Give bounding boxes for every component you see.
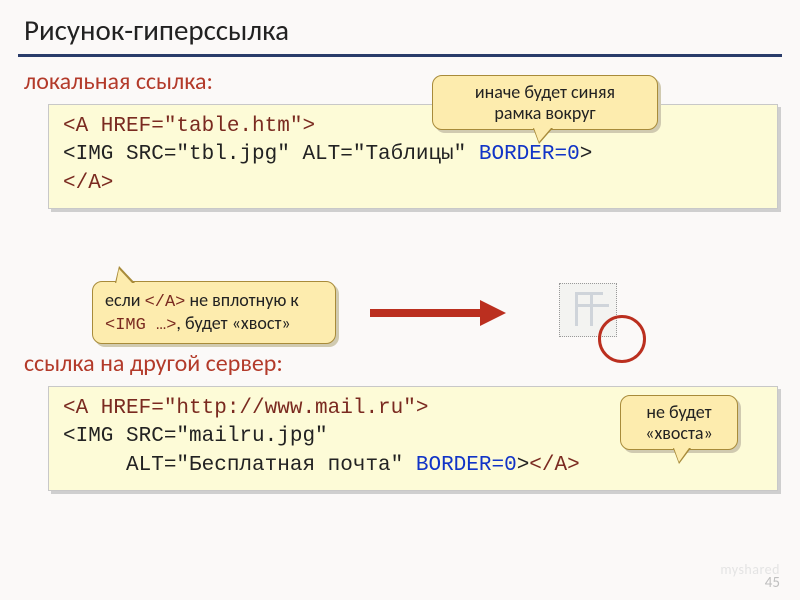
slide-title: Рисунок-гиперссылка	[0, 0, 800, 54]
code-text: <A HREF="http://www.mail.ru">	[63, 397, 428, 420]
callout-line: не будет	[635, 402, 723, 423]
highlight-circle-icon	[598, 315, 646, 363]
code-text: <A HREF="table.htm">	[63, 115, 315, 138]
callout-line: «хвоста»	[635, 423, 723, 444]
code-text: </A>	[63, 172, 113, 195]
callout-line: рамка вокруг	[447, 103, 643, 124]
callout-text: если	[105, 289, 145, 311]
callout-tail-gap: если </A> не вплотную к <IMG …>, будет «…	[92, 281, 336, 344]
code-local: <A HREF="table.htm"> <IMG SRC="tbl.jpg" …	[48, 104, 778, 209]
code-text: <IMG SRC="tbl.jpg" ALT="Таблицы"	[63, 143, 479, 166]
code-text: ALT="Бесплатная почта"	[63, 454, 416, 477]
callout-tag: <IMG …>	[105, 316, 176, 335]
callout-no-tail: не будет «хвоста»	[620, 395, 738, 450]
section-local-label: локальная ссылка:	[0, 57, 800, 100]
callout-tag: </A>	[145, 293, 186, 312]
callout-text: , будет «хвост»	[176, 312, 290, 334]
code-text: <IMG SRC="mailru.jpg"	[63, 425, 328, 448]
code-border: BORDER=0	[416, 454, 517, 477]
page-number: 45	[765, 574, 780, 592]
callout-line: иначе будет синяя	[447, 82, 643, 103]
code-text: >	[517, 454, 530, 477]
code-text: >	[580, 143, 593, 166]
callout-text: не вплотную к	[185, 289, 298, 311]
arrow-icon	[370, 303, 510, 323]
code-border: BORDER=0	[479, 143, 580, 166]
callout-blue-border: иначе будет синяя рамка вокруг	[432, 75, 658, 130]
code-text: </A>	[529, 454, 579, 477]
